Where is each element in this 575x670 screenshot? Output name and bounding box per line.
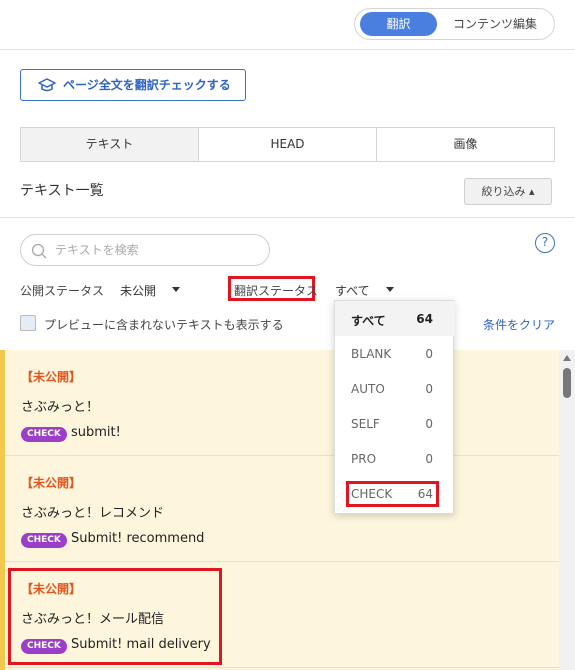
- clear-filters-link[interactable]: 条件をクリア: [483, 316, 555, 333]
- publish-status-badge: 【未公開】: [21, 476, 82, 490]
- search-box: [20, 234, 270, 266]
- option-count: 0: [425, 417, 433, 431]
- translation-text: Submit! recommend: [71, 531, 205, 546]
- chevron-down-icon[interactable]: [172, 287, 180, 292]
- translation-status-dropdown: すべて 64 BLANK 0 AUTO 0 SELF 0 PRO 0 CHECK…: [334, 300, 455, 514]
- tab-images[interactable]: 画像: [377, 128, 554, 161]
- content-tabs: テキスト HEAD 画像: [20, 127, 555, 162]
- option-count: 0: [425, 382, 433, 396]
- publish-status-select[interactable]: 未公開: [120, 282, 156, 299]
- tab-head[interactable]: HEAD: [199, 128, 377, 161]
- chevron-down-icon[interactable]: [386, 287, 394, 292]
- highlight-box: [346, 481, 439, 507]
- option-name: すべて: [351, 314, 386, 328]
- top-bar: 翻訳 コンテンツ編集: [0, 0, 575, 50]
- dropdown-option-auto[interactable]: AUTO 0: [335, 371, 455, 406]
- option-name: AUTO: [351, 382, 385, 396]
- option-count: 0: [425, 452, 433, 466]
- scroll-up-arrow-icon[interactable]: [563, 355, 571, 361]
- list-item[interactable]: 【未公開】 さぶみっと！レコメンド CHECK Submit! recommen…: [5, 456, 559, 562]
- graduation-cap-icon: [38, 78, 56, 92]
- scrollbar[interactable]: [559, 350, 575, 670]
- help-icon[interactable]: ?: [535, 233, 555, 253]
- publish-status-label: 公開ステータス: [20, 284, 105, 298]
- publish-status-badge: 【未公開】: [21, 370, 82, 384]
- tab-text[interactable]: テキスト: [21, 128, 199, 161]
- preview-hidden-text-checkbox[interactable]: [20, 315, 36, 331]
- translation-status-label: 翻訳ステータス: [234, 284, 319, 298]
- option-name: SELF: [351, 417, 380, 431]
- option-name: PRO: [351, 452, 377, 466]
- dropdown-option-all[interactable]: すべて 64: [335, 301, 455, 336]
- list-item[interactable]: 【未公開】 さぶみっと！ CHECK submit!: [5, 350, 559, 456]
- check-badge: CHECK: [21, 533, 67, 548]
- filter-button[interactable]: 絞り込み ▴: [464, 178, 552, 205]
- mode-toggle: 翻訳 コンテンツ編集: [354, 8, 555, 40]
- search-icon: [31, 243, 47, 259]
- highlight-box: [8, 568, 222, 665]
- divider: [0, 217, 575, 218]
- check-full-page-label: ページ全文を翻訳チェックする: [63, 78, 231, 92]
- dropdown-option-blank[interactable]: BLANK 0: [335, 336, 455, 371]
- translation-status-select[interactable]: すべて: [335, 282, 370, 299]
- translate-mode-button[interactable]: 翻訳: [360, 12, 437, 36]
- scrollbar-thumb[interactable]: [563, 368, 571, 398]
- source-text: さぶみっと！レコメンド: [21, 506, 165, 521]
- source-text: さぶみっと！: [21, 400, 100, 415]
- option-count: 64: [416, 312, 433, 326]
- text-list-title: テキスト一覧: [20, 183, 104, 199]
- check-full-page-button[interactable]: ページ全文を翻訳チェックする: [20, 69, 246, 101]
- preview-hidden-text-label: プレビューに含まれないテキストも表示する: [44, 318, 284, 332]
- content-edit-mode-button[interactable]: コンテンツ編集: [441, 12, 549, 36]
- option-count: 0: [425, 347, 433, 361]
- dropdown-option-pro[interactable]: PRO 0: [335, 441, 455, 476]
- option-name: BLANK: [351, 347, 392, 361]
- check-badge: CHECK: [21, 427, 67, 442]
- dropdown-option-self[interactable]: SELF 0: [335, 406, 455, 441]
- translation-text: submit!: [71, 425, 121, 440]
- search-input[interactable]: [55, 241, 255, 259]
